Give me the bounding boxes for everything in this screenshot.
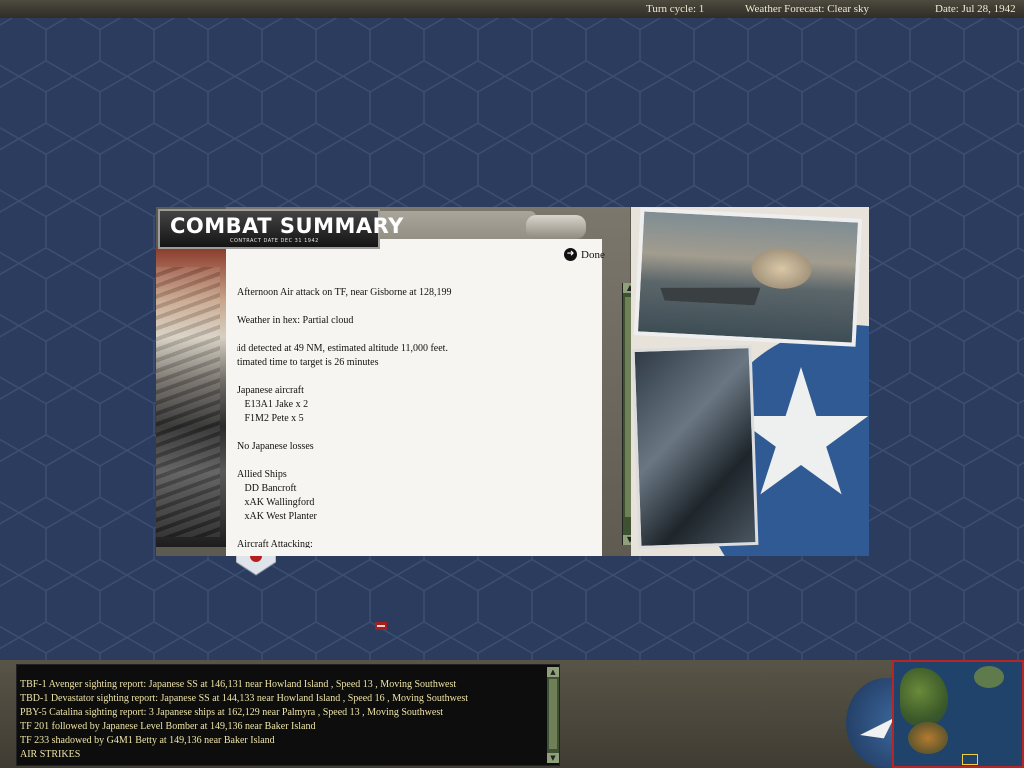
minimap-viewport[interactable] <box>962 754 978 765</box>
weather-forecast: Weather Forecast: Clear sky <box>745 3 870 15</box>
turn-cycle: Turn cycle: 1 <box>646 3 705 15</box>
report-line: F1M2 Pete x 5 <box>237 413 304 424</box>
report-line: DD Bancroft <box>237 483 297 494</box>
message-line: TF 201 followed by Japanese Level Bomber… <box>20 721 316 732</box>
message-line: AIR STRIKES <box>20 749 81 760</box>
arrow-right-circle-icon: ➜ <box>564 248 577 261</box>
message-line: TBF-1 Avenger sighting report: Japanese … <box>20 679 457 690</box>
dialog-subtitle: CONTRACT DATE DEC 31 1942 <box>230 238 319 244</box>
dialog-title: COMBAT SUMMARY <box>170 214 404 238</box>
wreckage-photo <box>631 344 759 550</box>
battleship-hull <box>660 282 761 305</box>
report-line: xAK Wallingford <box>237 497 315 508</box>
combat-summary-dialog: COMBAT SUMMARY CONTRACT DATE DEC 31 1942… <box>156 207 869 556</box>
done-label: Done <box>581 248 605 261</box>
combat-report-text: Afternoon Air attack on TF, near Gisborn… <box>237 286 597 548</box>
minimap-landmass <box>908 722 948 754</box>
report-line: Raid detected at 49 NM, estimated altitu… <box>237 343 448 354</box>
report-line: No Japanese losses <box>237 441 314 452</box>
ship-unit-icon[interactable] <box>374 621 388 631</box>
report-line <box>237 328 597 342</box>
minimap-landmass <box>974 666 1004 688</box>
message-line: TF 233 shadowed by G4M1 Betty at 149,136… <box>20 735 275 746</box>
report-line: Estimated time to target is 26 minutes <box>237 357 379 368</box>
battleship-photo <box>633 207 863 347</box>
message-scrollbar[interactable]: ▲ ▼ <box>547 667 559 763</box>
report-line: E13A1 Jake x 2 <box>237 399 309 410</box>
done-button[interactable]: ➜ Done <box>564 248 605 261</box>
minimap[interactable] <box>892 660 1024 768</box>
right-photo-collage <box>631 207 869 556</box>
report-line <box>237 426 597 440</box>
minimap-landmass <box>900 668 948 726</box>
report-line: Japanese aircraft <box>237 385 304 396</box>
gunfire-smoke <box>750 247 813 291</box>
star-icon <box>860 718 894 739</box>
message-line: PBY-5 Catalina sighting report: 3 Japane… <box>20 707 444 718</box>
report-line <box>237 300 597 314</box>
report-line <box>237 454 597 468</box>
report-line: Afternoon Air attack on TF, near Gisborn… <box>237 287 452 298</box>
report-line: xAK West Planter <box>237 511 317 522</box>
report-line: Weather in hex: Partial cloud <box>237 315 354 326</box>
game-date: Date: Jul 28, 1942 <box>935 3 1016 15</box>
title-plate: COMBAT SUMMARY CONTRACT DATE DEC 31 1942 <box>158 209 403 249</box>
message-line: TBD-1 Devastator sighting report: Japane… <box>20 693 468 704</box>
bottom-panel: TBF-1 Avenger sighting report: Japanese … <box>0 660 1024 768</box>
photo-texture <box>156 267 220 537</box>
report-line <box>237 370 597 384</box>
report-line: Allied Ships <box>237 469 287 480</box>
scroll-up-icon[interactable]: ▲ <box>547 667 559 677</box>
scroll-thumb[interactable] <box>549 679 557 749</box>
report-line: Aircraft Attacking: <box>237 539 313 548</box>
clipboard-clip-latch <box>526 215 586 239</box>
report-line <box>237 524 597 538</box>
message-log: TBF-1 Avenger sighting report: Japanese … <box>16 664 560 766</box>
scroll-down-icon[interactable]: ▼ <box>547 753 559 763</box>
status-bar: Turn cycle: 1 Weather Forecast: Clear sk… <box>0 0 1024 19</box>
